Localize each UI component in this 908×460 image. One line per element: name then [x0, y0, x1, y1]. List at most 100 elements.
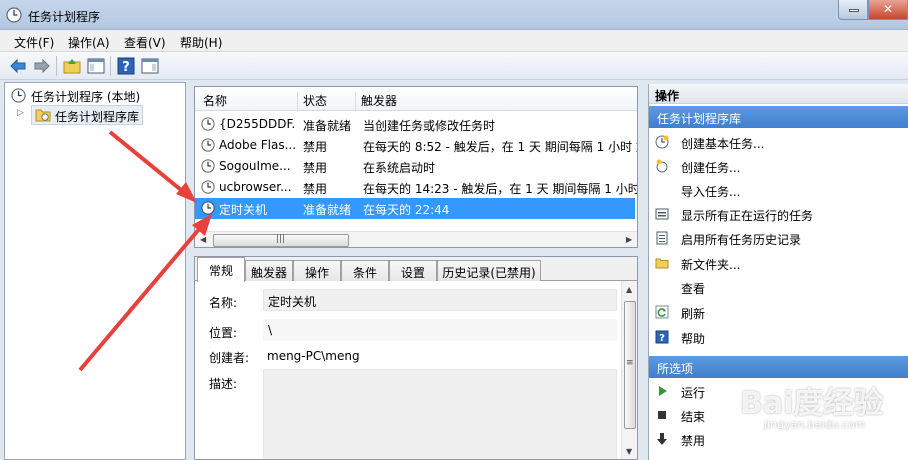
help-icon: ?: [655, 330, 669, 344]
task-trigger: 当创建任务或修改任务时: [363, 119, 496, 133]
scroll-up-icon[interactable]: ▲: [626, 285, 632, 294]
tab-general[interactable]: 常规: [197, 257, 245, 282]
tree-item-library[interactable]: ▷ 任务计划程序库: [15, 105, 145, 125]
action-new-folder[interactable]: 新文件夹...: [649, 251, 908, 275]
section-selected-item[interactable]: 所选项: [649, 356, 908, 378]
horizontal-scrollbar[interactable]: ◀ ||| ▶: [195, 231, 637, 247]
action-import-task[interactable]: 导入任务...: [649, 178, 908, 202]
help-icon[interactable]: ?: [116, 56, 136, 76]
tree-root-label: 任务计划程序 (本地): [31, 90, 141, 104]
column-name[interactable]: 名称: [203, 92, 227, 109]
action-label: 启用所有任务历史记录: [681, 233, 802, 247]
column-status[interactable]: 状态: [303, 92, 327, 109]
watermark-url: jingyan.baidu.com: [764, 418, 866, 431]
create-task-icon: [656, 159, 668, 173]
action-create-task[interactable]: 创建任务...: [649, 154, 908, 178]
back-arrow-icon[interactable]: [8, 56, 28, 76]
description-label: 描述:: [209, 377, 238, 391]
title-bar: 任务计划程序 ✕: [0, 0, 908, 30]
action-help[interactable]: ? 帮助: [649, 325, 908, 349]
column-separator[interactable]: [297, 92, 298, 112]
task-name: 定时关机: [219, 203, 268, 217]
author-label: 创建者:: [209, 351, 250, 365]
tree-root[interactable]: 任务计划程序 (本地): [9, 85, 185, 105]
action-label: 帮助: [681, 332, 706, 346]
scroll-right-icon[interactable]: ▶: [626, 235, 632, 244]
tree-item-label: 任务计划程序库: [55, 110, 140, 124]
location-field: \: [263, 319, 617, 341]
show-action-pane-icon[interactable]: [140, 56, 160, 76]
task-clock-icon: [201, 138, 215, 152]
history-icon: [656, 231, 668, 245]
stop-icon: [658, 411, 666, 419]
show-hide-tree-icon[interactable]: [86, 56, 106, 76]
grip-icon: ≡: [626, 358, 634, 368]
task-trigger: 在每天的 22:44: [363, 203, 450, 217]
action-refresh[interactable]: 刷新: [649, 300, 908, 324]
minimize-button[interactable]: [838, 0, 868, 20]
action-label: 查看: [681, 282, 706, 296]
task-row[interactable]: ucbrowser... 禁用 在每天的 14:23 - 触发后，在 1 天 期…: [195, 177, 637, 198]
scroll-left-icon[interactable]: ◀: [200, 235, 206, 244]
close-button[interactable]: ✕: [868, 0, 908, 20]
task-trigger: 在系统启动时: [363, 161, 436, 175]
action-enable-history[interactable]: 启用所有任务历史记录: [649, 226, 908, 250]
up-folder-icon[interactable]: [62, 56, 82, 76]
disable-icon: [657, 433, 667, 445]
task-clock-icon: [201, 117, 215, 131]
location-label: 位置:: [209, 326, 238, 340]
svg-text:?: ?: [659, 333, 665, 344]
tab-triggers[interactable]: 触发器: [245, 260, 293, 281]
action-view[interactable]: 查看: [649, 275, 908, 299]
expand-arrow-icon[interactable]: ▷: [17, 108, 24, 118]
detail-tabs: 常规 触发器 操作 条件 设置 历史记录(已禁用): [195, 257, 637, 282]
column-separator[interactable]: [355, 92, 356, 112]
task-list-header: 名称 状态 触发器: [195, 87, 637, 112]
task-list: 名称 状态 触发器 {D255DDDF... 准备就绪 当创建任务或修改任务时 …: [194, 86, 638, 248]
task-status: 禁用: [303, 182, 328, 196]
action-create-basic-task[interactable]: 创建基本任务...: [649, 130, 908, 154]
column-trigger[interactable]: 触发器: [361, 92, 397, 109]
task-row-selected[interactable]: 定时关机 准备就绪 在每天的 22:44: [195, 198, 635, 219]
action-label: 显示所有正在运行的任务: [681, 209, 814, 223]
action-label: 刷新: [681, 307, 706, 321]
vertical-scrollbar[interactable]: ▲ ≡ ▼: [621, 281, 637, 459]
task-row[interactable]: Adobe Flas... 禁用 在每天的 8:52 - 触发后，在 1 天 期…: [195, 135, 638, 156]
action-label: 导入任务...: [681, 185, 741, 199]
task-status: 禁用: [303, 161, 328, 175]
action-show-running[interactable]: 显示所有正在运行的任务: [649, 202, 908, 226]
scroll-down-icon[interactable]: ▼: [626, 447, 632, 456]
task-trigger: 在每天的 8:52 - 触发后，在 1 天 期间每隔 1 小时 重: [363, 140, 638, 154]
minimize-icon: [849, 9, 859, 12]
menu-help[interactable]: 帮助(H): [180, 34, 222, 51]
actions-header: 操作: [649, 84, 908, 104]
action-label: 运行: [681, 386, 706, 400]
task-clock-icon: [201, 159, 215, 173]
menu-bar: 文件(F) 操作(A) 查看(V) 帮助(H): [0, 30, 908, 52]
menu-action[interactable]: 操作(A): [68, 34, 110, 51]
name-field[interactable]: 定时关机: [263, 289, 617, 311]
svg-text:?: ?: [122, 60, 130, 75]
section-library[interactable]: 任务计划程序库: [649, 106, 908, 128]
tab-settings[interactable]: 设置: [389, 260, 437, 281]
scroll-thumb[interactable]: ≡: [624, 301, 636, 429]
task-row[interactable]: {D255DDDF... 准备就绪 当创建任务或修改任务时: [195, 114, 635, 135]
action-label: 结束: [681, 410, 706, 424]
scroll-thumb[interactable]: |||: [213, 234, 349, 247]
menu-view[interactable]: 查看(V): [124, 34, 166, 51]
tab-conditions[interactable]: 条件: [341, 260, 389, 281]
toolbar-separator: [56, 56, 57, 76]
task-row[interactable]: SogouIme... 禁用 在系统启动时: [195, 156, 635, 177]
task-clock-icon: [201, 201, 215, 215]
navigation-tree: 任务计划程序 (本地) ▷ 任务计划程序库: [4, 82, 186, 460]
toolbar-separator: [110, 56, 111, 76]
clock-icon: [11, 88, 26, 103]
forward-arrow-icon[interactable]: [32, 56, 52, 76]
tab-actions[interactable]: 操作: [293, 260, 341, 281]
author-value: meng-PC\meng: [267, 349, 360, 363]
description-field[interactable]: [263, 369, 617, 459]
folder-icon: [35, 109, 51, 122]
menu-file[interactable]: 文件(F): [14, 34, 54, 51]
watermark-logo: Bai度经验: [740, 386, 884, 421]
tab-history[interactable]: 历史记录(已禁用): [437, 260, 541, 281]
